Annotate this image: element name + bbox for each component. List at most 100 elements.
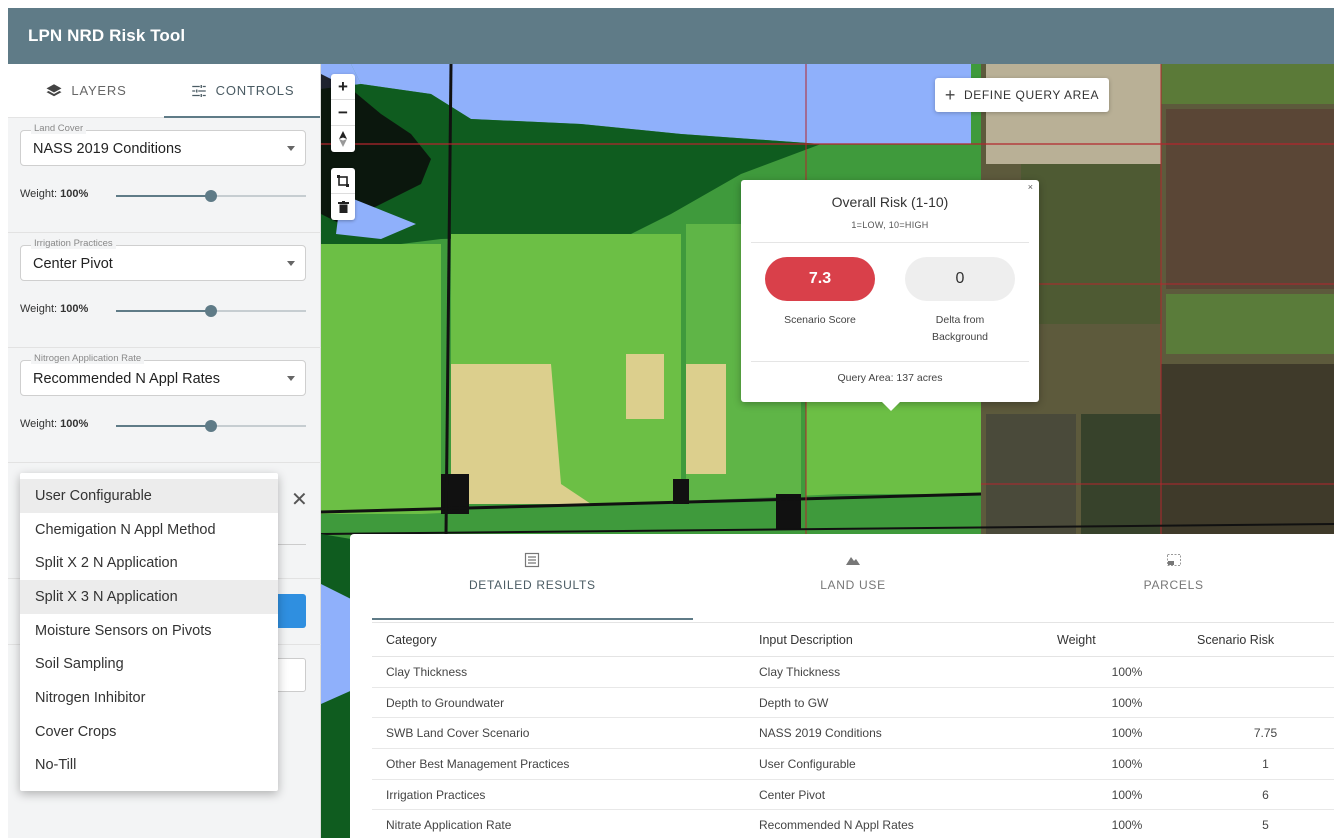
table-cell: Other Best Management Practices — [372, 748, 745, 780]
table-cell: User Configurable — [745, 748, 1057, 780]
divider — [751, 242, 1029, 243]
bmp-dropdown-menu: User Configurable Chemigation N Appl Met… — [20, 473, 278, 791]
draw-controls — [331, 168, 355, 220]
terrain-icon — [846, 557, 860, 565]
land-cover-weight-slider[interactable] — [116, 190, 306, 202]
slider-thumb[interactable] — [205, 305, 217, 317]
table-cell: 1 — [1197, 748, 1334, 780]
table-cell: 100% — [1057, 809, 1197, 838]
dropdown-option[interactable]: Moisture Sensors on Pivots — [20, 614, 278, 648]
popup-title: Overall Risk (1-10) — [831, 194, 949, 210]
tab-controls[interactable]: CONTROLS — [164, 64, 320, 118]
tune-icon — [191, 84, 206, 97]
nitrogen-rate-label: Nitrogen Application Rate — [31, 353, 145, 364]
weight-value: 100% — [60, 188, 89, 200]
tab-layers-label: LAYERS — [71, 83, 127, 98]
slider-fill — [116, 310, 211, 312]
slider-fill — [116, 425, 211, 427]
dropdown-option[interactable]: Split X 3 N Application — [20, 580, 278, 614]
app-header: LPN NRD Risk Tool — [8, 8, 1334, 64]
dropdown-option[interactable]: No-Till — [20, 749, 278, 783]
risk-popup: × Overall Risk (1-10) 1=LOW, 10=HIGH 7.3… — [741, 180, 1039, 411]
column-header: Weight — [1057, 622, 1197, 657]
sidebar-tabs: LAYERS CONTROLS — [8, 64, 320, 118]
table-cell — [1197, 687, 1334, 719]
table-cell: 7.75 — [1197, 717, 1334, 750]
app-title: LPN NRD Risk Tool — [28, 26, 186, 45]
delete-shape-button[interactable] — [331, 194, 355, 220]
irrigation-weight-slider[interactable] — [116, 305, 306, 317]
define-query-area-label: DEFINE QUERY AREA — [963, 88, 1100, 102]
dropdown-option[interactable]: Chemigation N Appl Method — [20, 513, 278, 547]
delta-badge: 0 — [905, 257, 1015, 301]
dropdown-option[interactable]: User Configurable — [20, 479, 278, 513]
table-header-row: Category Input Description Weight Scenar… — [372, 622, 1334, 657]
delta-caption-line-2: Background — [931, 331, 989, 343]
dropdown-option[interactable]: Soil Sampling — [20, 647, 278, 681]
results-panel: DETAILED RESULTS LAND USE PARCELS Catego… — [350, 534, 1334, 838]
slider-thumb[interactable] — [205, 420, 217, 432]
close-icon[interactable]: × — [1028, 182, 1033, 192]
table-cell: 100% — [1057, 656, 1197, 688]
compass-icon — [339, 131, 347, 147]
table-cell: 6 — [1197, 779, 1334, 811]
tab-layers[interactable]: LAYERS — [8, 64, 164, 117]
close-icon[interactable]: ✕ — [291, 487, 308, 512]
chevron-down-icon — [287, 261, 295, 266]
tab-land-use-label: LAND USE — [820, 578, 886, 592]
irrigation-label: Irrigation Practices — [31, 238, 116, 249]
list-icon — [525, 552, 540, 568]
irrigation-select[interactable]: Irrigation Practices Center Pivot — [20, 238, 306, 281]
chevron-down-icon — [287, 376, 295, 381]
tab-parcels-label: PARCELS — [1143, 578, 1204, 592]
popup-subtitle: 1=LOW, 10=HIGH — [851, 220, 929, 230]
map-view[interactable]: + − + DEFINE QUERY AREA × Overall Risk (… — [321, 64, 1334, 838]
irrigation-weight: Weight: 100% — [20, 303, 88, 315]
nitrogen-rate-control: Nitrogen Application Rate Recommended N … — [8, 348, 321, 463]
nitrogen-rate-weight-slider[interactable] — [116, 420, 306, 432]
land-cover-label: Land Cover — [31, 123, 87, 134]
table-cell: 100% — [1057, 687, 1197, 719]
weight-label: Weight: — [20, 418, 58, 430]
dropdown-option[interactable]: Cover Crops — [20, 715, 278, 749]
column-header: Input Description — [745, 622, 1057, 657]
table-cell: Center Pivot — [745, 779, 1057, 811]
trash-icon — [337, 201, 349, 213]
zoom-in-button[interactable]: + — [331, 74, 355, 100]
table-row: Clay Thickness Clay Thickness 100% — [372, 656, 1334, 688]
tab-detailed-results-label: DETAILED RESULTS — [468, 578, 596, 592]
tab-land-use[interactable]: LAND USE — [693, 548, 1014, 612]
table-row: SWB Land Cover Scenario NASS 2019 Condit… — [372, 717, 1334, 750]
compass-button[interactable] — [331, 126, 355, 152]
tab-detailed-results[interactable]: DETAILED RESULTS — [372, 548, 693, 620]
weight-label: Weight: — [20, 188, 58, 200]
table-cell: Clay Thickness — [372, 656, 745, 688]
table-cell: Recommended N Appl Rates — [745, 809, 1057, 838]
define-query-area-button[interactable]: + DEFINE QUERY AREA — [935, 78, 1109, 112]
dropdown-option[interactable]: Nitrogen Inhibitor — [20, 681, 278, 715]
scenario-score-badge: 7.3 — [765, 257, 875, 301]
dropdown-option[interactable]: Split X 2 N Application — [20, 546, 278, 580]
slider-thumb[interactable] — [205, 190, 217, 202]
table-cell: 5 — [1197, 809, 1334, 838]
weight-label: Weight: — [20, 303, 58, 315]
tab-parcels[interactable]: PARCELS — [1013, 548, 1334, 612]
parcel-icon — [1166, 554, 1181, 566]
zoom-controls: + − — [331, 74, 355, 152]
land-cover-select[interactable]: Land Cover NASS 2019 Conditions — [20, 123, 306, 166]
table-cell: Nitrate Application Rate — [372, 809, 745, 838]
table-row: Depth to Groundwater Depth to GW 100% — [372, 687, 1334, 719]
table-cell: NASS 2019 Conditions — [745, 717, 1057, 750]
weight-value: 100% — [60, 418, 89, 430]
table-cell: Irrigation Practices — [372, 779, 745, 811]
draw-polygon-button[interactable] — [331, 168, 355, 194]
tab-controls-label: CONTROLS — [215, 83, 295, 98]
nitrogen-rate-value: Recommended N Appl Rates — [33, 371, 220, 387]
column-header: Category — [372, 622, 745, 657]
table-cell: Clay Thickness — [745, 656, 1057, 688]
nitrogen-rate-select[interactable]: Nitrogen Application Rate Recommended N … — [20, 353, 306, 396]
table-cell: SWB Land Cover Scenario — [372, 717, 745, 750]
results-table: Category Input Description Weight Scenar… — [372, 622, 1334, 838]
column-header: Scenario Risk — [1197, 622, 1334, 657]
zoom-out-button[interactable]: − — [331, 100, 355, 126]
